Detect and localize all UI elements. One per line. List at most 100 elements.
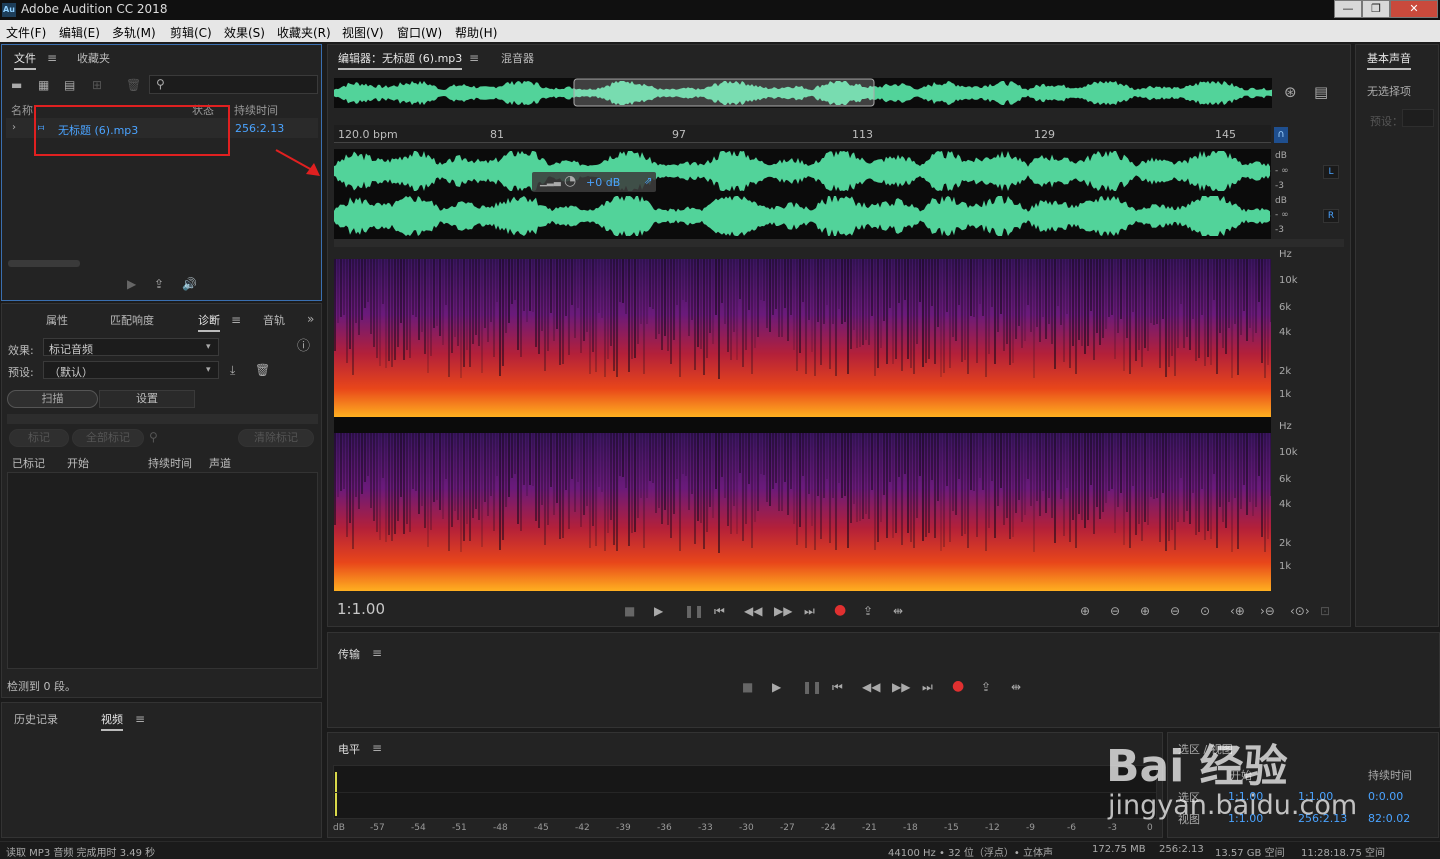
pin-icon[interactable]: ⇗ [644,175,652,189]
column-name[interactable]: 名称 [11,102,33,118]
zoom-out-time-icon[interactable]: ⊖ [1170,604,1180,618]
preset-select[interactable]: （默认） ▾ [43,361,219,379]
open-folder-icon[interactable]: ▬ [11,78,22,92]
delete-preset-icon[interactable]: 🗑 [255,363,270,377]
panel-menu-icon[interactable]: ≡ [372,646,382,660]
skip-selection-icon[interactable]: ⇹ [893,604,903,618]
skip-end-icon[interactable]: ⏭ [804,604,815,618]
tab-properties[interactable]: 属性 [46,312,68,328]
menu-multitrack[interactable]: 多轨(M) [112,24,156,41]
maximize-button[interactable]: ❐ [1362,0,1390,18]
headphones-icon[interactable]: ∩ [1274,127,1288,143]
zoom-out-amplitude-icon[interactable]: ⊖ [1110,604,1120,618]
channel-right-button[interactable]: R [1323,209,1339,223]
col-marked[interactable]: 已标记 [12,455,45,471]
spectral-toggle-icon[interactable]: ▤ [1314,85,1328,100]
tab-diagnostics[interactable]: 诊断 [198,312,220,332]
view-splitter[interactable] [334,239,1344,247]
record-icon[interactable]: ● [952,679,964,693]
new-file-icon[interactable]: ▤ [64,78,75,92]
tab-match-loudness[interactable]: 匹配响度 [110,312,154,328]
panel-menu-icon[interactable]: ≡ [372,741,382,755]
tab-editor[interactable]: 编辑器：无标题 (6).mp3 [338,50,463,70]
marked-list[interactable] [7,472,318,669]
skip-start-icon[interactable]: ⏮ [832,680,843,694]
rewind-icon[interactable]: ◀◀ [862,680,880,694]
play-icon[interactable]: ▶ [654,604,663,618]
zoom-to-fit-icon[interactable]: ⊛ [1284,85,1297,100]
selection-duration[interactable]: 0:0.00 [1368,790,1403,803]
panel-menu-icon[interactable]: ≡ [231,313,241,327]
gain-knob-icon[interactable]: ◔ [564,174,576,188]
menu-effects[interactable]: 效果(S) [224,24,265,41]
panel-menu-icon[interactable]: ≡ [135,712,145,726]
zoom-out-full-icon[interactable]: ⊙ [1200,604,1210,618]
channel-left-button[interactable]: L [1323,165,1339,179]
current-timecode[interactable]: 1:1.00 [337,600,385,618]
menu-file[interactable]: 文件(F) [6,24,46,41]
stop-icon[interactable]: ■ [624,604,635,618]
close-window-button[interactable]: ✕ [1390,0,1438,18]
overview-waveform[interactable] [334,78,1272,108]
hud-gain-control[interactable]: ▁▂▃ ◔ +0 dB ⇗ [532,172,656,192]
scan-button[interactable]: 扫描 [7,390,98,408]
col-duration[interactable]: 持续时间 [148,455,192,471]
view-end[interactable]: 256:2.13 [1298,812,1347,825]
pause-icon[interactable]: ❚❚ [684,604,704,618]
zoom-out-point-icon[interactable]: ›⊖ [1260,604,1275,618]
panel-menu-icon[interactable]: ≡ [469,51,479,65]
tab-favorites[interactable]: 收藏夹 [77,50,110,66]
settings-button[interactable]: 设置 [99,390,195,408]
tab-mixer[interactable]: 混音器 [501,50,534,66]
pause-icon[interactable]: ❚❚ [802,680,822,694]
minimize-button[interactable]: — [1334,0,1362,18]
tab-tracks[interactable]: 音轨 [263,312,285,328]
autoplay-speaker-icon[interactable]: 🔊 [182,277,197,291]
zoom-in-point-icon[interactable]: ‹⊕ [1230,604,1245,618]
column-duration[interactable]: 持续时间 [234,102,278,118]
save-preset-icon[interactable]: ⤓ [230,363,235,377]
time-ruler[interactable]: 120.0 bpm 81 97 113 129 145 [334,125,1271,143]
skip-selection-icon[interactable]: ⇹ [1011,680,1021,694]
panel-menu-icon[interactable]: ≡ [47,51,57,65]
skip-end-icon[interactable]: ⏭ [922,680,933,694]
zoom-in-time-icon[interactable]: ⊕ [1140,604,1150,618]
effect-select[interactable]: 标记音频 ▾ [43,338,219,356]
menu-view[interactable]: 视图(V) [342,24,384,41]
loop-icon[interactable]: ⇪ [981,680,991,694]
waveform-display[interactable] [334,149,1271,239]
play-icon[interactable]: ▶ [127,277,136,291]
selection-start[interactable]: 1:1.00 [1228,790,1263,803]
fast-forward-icon[interactable]: ▶▶ [892,680,910,694]
tab-files[interactable]: 文件 [14,50,36,70]
zoom-selection-icon[interactable]: ‹⊙› [1290,604,1310,618]
view-start[interactable]: 1:1.00 [1228,812,1263,825]
skip-start-icon[interactable]: ⏮ [714,604,725,618]
menu-edit[interactable]: 编辑(E) [59,24,100,41]
fast-forward-icon[interactable]: ▶▶ [774,604,792,618]
stop-icon[interactable]: ■ [742,680,753,694]
menu-help[interactable]: 帮助(H) [455,24,497,41]
selection-end[interactable]: 1:1.00 [1298,790,1333,803]
menu-clip[interactable]: 剪辑(C) [170,24,212,41]
import-icon[interactable]: ▦ [38,78,49,92]
search-field[interactable]: ⚲ [149,75,318,94]
info-icon[interactable]: ⓘ [297,340,310,354]
col-channel[interactable]: 声道 [209,455,231,471]
record-icon[interactable]: ● [834,603,846,617]
tab-history[interactable]: 历史记录 [14,711,58,727]
col-start[interactable]: 开始 [67,455,89,471]
overflow-chevron-icon[interactable]: » [307,312,314,326]
play-icon[interactable]: ▶ [772,680,781,694]
expand-chevron-icon[interactable]: › [12,121,16,135]
rewind-icon[interactable]: ◀◀ [744,604,762,618]
zoom-in-amplitude-icon[interactable]: ⊕ [1080,604,1090,618]
tab-video[interactable]: 视频 [101,711,123,731]
loop-icon[interactable]: ⇪ [154,277,164,291]
menu-window[interactable]: 窗口(W) [397,24,442,41]
view-duration[interactable]: 82:0.02 [1368,812,1410,825]
loop-icon[interactable]: ⇪ [863,604,873,618]
splitter-bar[interactable] [7,414,318,424]
menu-favorites[interactable]: 收藏夹(R) [277,24,331,41]
essential-sound-title[interactable]: 基本声音 [1367,50,1411,70]
